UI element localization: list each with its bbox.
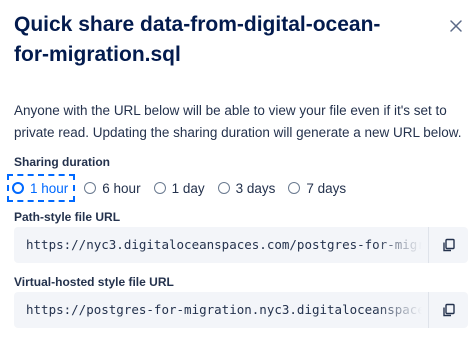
copy-icon	[442, 303, 455, 317]
path-style-url-text[interactable]: https://nyc3.digitaloceanspaces.com/post…	[26, 227, 422, 263]
radio-option-1-hour[interactable]: 1 hour	[6, 174, 76, 202]
close-button[interactable]	[446, 16, 466, 36]
radio-button[interactable]	[217, 182, 230, 194]
sharing-duration-label: Sharing duration	[14, 155, 110, 169]
virtual-hosted-url-field[interactable]: https://postgres-for-migration.nyc3.digi…	[14, 292, 468, 328]
sharing-duration-radio-group: 1 hour 6 hour 1 day 3 days 7 days	[6, 174, 359, 202]
quick-share-dialog: Quick share data-from-digital-ocean-for-…	[0, 0, 474, 348]
copy-icon	[442, 238, 455, 252]
virtual-hosted-url-label: Virtual-hosted style file URL	[14, 275, 174, 289]
radio-label: 6 hour	[102, 180, 141, 196]
radio-button[interactable]	[84, 182, 97, 194]
radio-label: 3 days	[235, 180, 276, 196]
radio-option-3-days[interactable]: 3 days	[217, 177, 276, 199]
radio-label: 1 hour	[30, 180, 69, 196]
radio-button[interactable]	[153, 182, 166, 194]
radio-label: 7 days	[306, 180, 347, 196]
dialog-description: Anyone with the URL below will be able t…	[14, 103, 462, 140]
copy-virtual-hosted-url-button[interactable]	[428, 292, 468, 328]
close-icon	[450, 20, 462, 32]
radio-button[interactable]	[288, 182, 301, 194]
path-style-url-field[interactable]: https://nyc3.digitaloceanspaces.com/post…	[14, 227, 468, 263]
virtual-hosted-url-text[interactable]: https://postgres-for-migration.nyc3.digi…	[26, 292, 422, 328]
radio-option-7-days[interactable]: 7 days	[288, 177, 346, 199]
copy-path-style-url-button[interactable]	[428, 227, 468, 263]
radio-button[interactable]	[12, 182, 24, 194]
path-style-url-label: Path-style file URL	[14, 210, 121, 224]
radio-option-1-day[interactable]: 1 day	[153, 177, 205, 199]
radio-option-6-hour[interactable]: 6 hour	[84, 177, 141, 199]
dialog-title: Quick share data-from-digital-ocean-for-…	[14, 13, 381, 66]
radio-label: 1 day	[171, 180, 205, 196]
